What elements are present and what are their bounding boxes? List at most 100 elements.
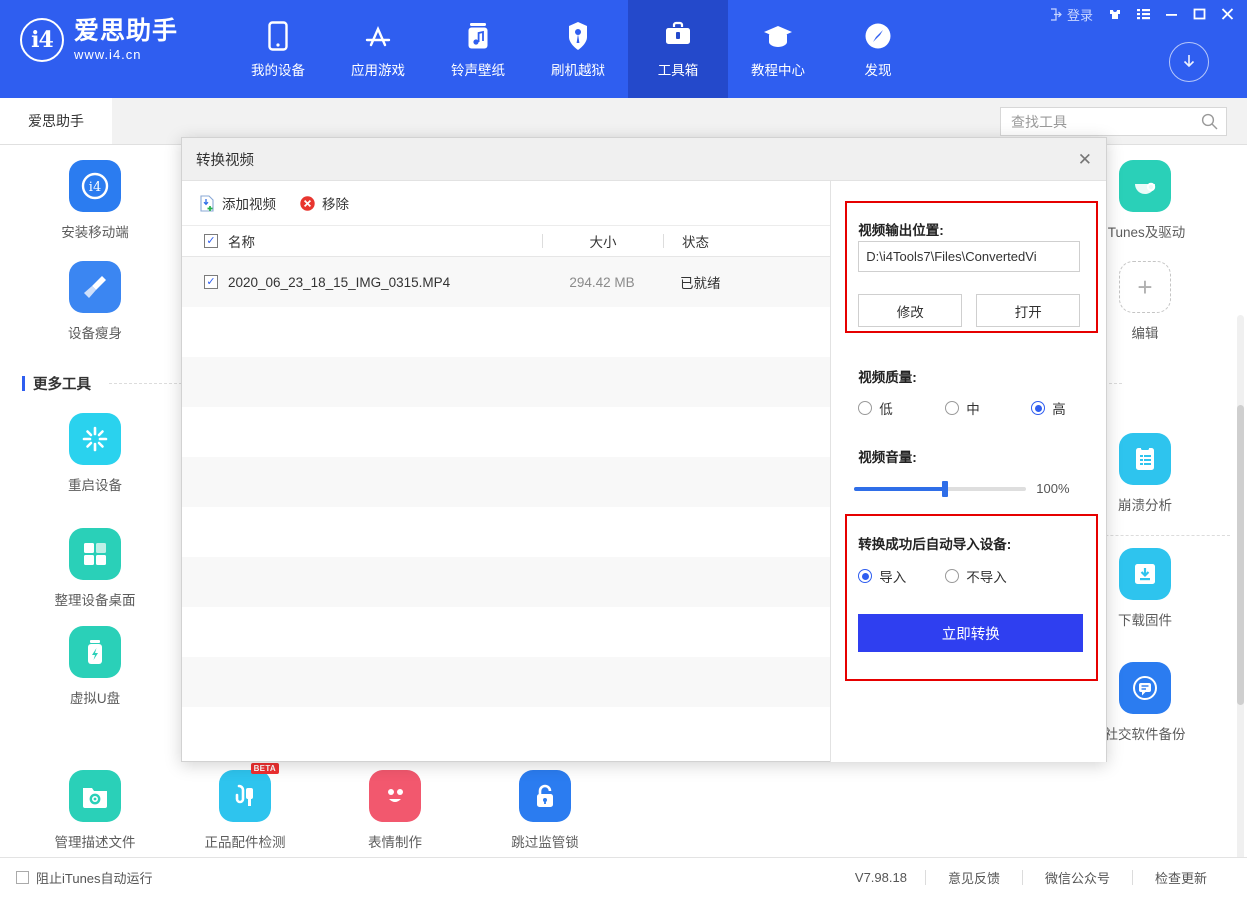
appstore-icon xyxy=(363,19,393,51)
tool-label: 跳过监管锁 xyxy=(511,831,579,851)
scrollbar-thumb[interactable] xyxy=(1237,405,1244,705)
video-list: ✓ 2020_06_23_18_15_IMG_0315.MP4 294.42 M… xyxy=(182,257,830,762)
app-tab-assistant[interactable]: 爱思助手 xyxy=(0,98,112,144)
tool-organize-desktop[interactable]: 整理设备桌面 xyxy=(30,528,160,609)
radio-icon[interactable] xyxy=(858,401,872,415)
earphone-icon: BETA xyxy=(219,770,271,822)
nav-tab-label: 发现 xyxy=(865,59,892,79)
radio-icon[interactable] xyxy=(945,569,959,583)
tool-label: 重启设备 xyxy=(68,474,122,494)
table-row[interactable]: ✓ 2020_06_23_18_15_IMG_0315.MP4 294.42 M… xyxy=(182,257,830,307)
nav-tab-label: 刷机越狱 xyxy=(551,59,605,79)
broom-icon xyxy=(69,261,121,313)
volume-value: 100% xyxy=(1036,481,1069,496)
minimize-icon[interactable] xyxy=(1157,3,1185,25)
remove-button[interactable]: 移除 xyxy=(298,193,349,213)
wechat-link[interactable]: 微信公众号 xyxy=(1023,868,1132,887)
volume-slider-knob[interactable] xyxy=(942,481,948,497)
login-button[interactable]: 登录 xyxy=(1050,5,1093,24)
video-quality-label: 视频质量: xyxy=(858,366,917,386)
nav-tab-label: 工具箱 xyxy=(658,59,699,79)
nav-tab-ringtone-wallpaper[interactable]: 铃声壁纸 xyxy=(428,0,528,98)
modify-path-button[interactable]: 修改 xyxy=(858,294,962,327)
volume-slider-fill xyxy=(854,487,946,491)
column-size: 大小 xyxy=(543,231,663,251)
crash-report-icon xyxy=(1119,433,1171,485)
download-circle-icon[interactable] xyxy=(1169,42,1209,82)
tool-label: 编辑 xyxy=(1132,322,1159,342)
row-status: 已就绪 xyxy=(662,272,782,292)
flash-jailbreak-icon xyxy=(567,19,589,51)
svg-text:i4: i4 xyxy=(89,180,101,195)
auto-import-label: 转换成功后自动导入设备: xyxy=(858,533,1011,553)
tool-virtual-usb[interactable]: 虚拟U盘 xyxy=(30,626,160,707)
radio-icon[interactable] xyxy=(858,569,872,583)
tool-label: 虚拟U盘 xyxy=(70,687,120,707)
import-option-yes[interactable]: 导入 xyxy=(858,566,945,586)
search-icon[interactable] xyxy=(1201,113,1218,130)
search-tools-box[interactable] xyxy=(1000,107,1227,136)
brand-name: 爱思助手 xyxy=(74,18,178,44)
add-video-button[interactable]: 添加视频 xyxy=(198,193,276,213)
nav-tab-discover[interactable]: 发现 xyxy=(828,0,928,98)
tool-manage-profiles[interactable]: 管理描述文件 xyxy=(30,770,160,851)
tool-device-slim[interactable]: 设备瘦身 xyxy=(30,261,160,342)
close-icon[interactable] xyxy=(1213,3,1241,25)
nav-tab-apps-games[interactable]: 应用游戏 xyxy=(328,0,428,98)
skin-icon[interactable] xyxy=(1101,3,1129,25)
tool-restart-device[interactable]: 重启设备 xyxy=(30,413,160,494)
compass-icon xyxy=(864,19,892,51)
tool-skip-supervision-lock[interactable]: 跳过监管锁 xyxy=(480,770,610,851)
phone-icon xyxy=(268,19,288,51)
tool-label: 社交软件备份 xyxy=(1105,723,1186,743)
feedback-link[interactable]: 意见反馈 xyxy=(926,868,1022,887)
version-label: V7.98.18 xyxy=(837,870,925,885)
row-filename: 2020_06_23_18_15_IMG_0315.MP4 xyxy=(228,275,450,290)
page-scrollbar[interactable] xyxy=(1237,315,1244,857)
block-itunes-label: 阻止iTunes自动运行 xyxy=(36,868,153,887)
profile-folder-icon xyxy=(69,770,121,822)
window-controls: 登录 xyxy=(1050,3,1241,25)
block-itunes-checkbox[interactable] xyxy=(16,871,29,884)
row-size: 294.42 MB xyxy=(542,275,662,290)
nav-tab-flash-jailbreak[interactable]: 刷机越狱 xyxy=(528,0,628,98)
import-option-no[interactable]: 不导入 xyxy=(945,566,1007,586)
tool-accessory-detect[interactable]: BETA 正品配件检测 xyxy=(180,770,310,851)
tool-label: 表情制作 xyxy=(368,831,422,851)
table-row-empty xyxy=(182,407,830,457)
radio-icon[interactable] xyxy=(1031,401,1045,415)
maximize-icon[interactable] xyxy=(1185,3,1213,25)
nav-tab-my-device[interactable]: 我的设备 xyxy=(228,0,328,98)
brand: i4 爱思助手 www.i4.cn xyxy=(20,18,178,62)
output-path-input[interactable]: D:\i4Tools7\Files\ConvertedVi xyxy=(858,241,1080,272)
close-icon[interactable]: ✕ xyxy=(1078,151,1092,168)
output-location-label: 视频输出位置: xyxy=(858,219,944,239)
beta-badge: BETA xyxy=(251,763,279,774)
check-update-link[interactable]: 检查更新 xyxy=(1133,868,1229,887)
nav-tab-tutorial-center[interactable]: 教程中心 xyxy=(728,0,828,98)
quality-option-low[interactable]: 低 xyxy=(858,398,945,418)
nav-tab-label: 铃声壁纸 xyxy=(451,59,505,79)
ringtone-icon xyxy=(467,19,489,51)
menu-icon[interactable] xyxy=(1129,3,1157,25)
row-checkbox[interactable]: ✓ xyxy=(204,275,218,289)
block-itunes-toggle[interactable]: 阻止iTunes自动运行 xyxy=(16,868,153,887)
nav-tab-toolbox[interactable]: 工具箱 xyxy=(628,0,728,98)
radio-icon[interactable] xyxy=(945,401,959,415)
itunes-driver-icon xyxy=(1119,160,1171,212)
volume-slider[interactable] xyxy=(854,487,1026,491)
list-header: ✓ 名称 大小 状态 xyxy=(182,225,830,257)
search-input[interactable] xyxy=(1011,114,1201,130)
tool-label: 正品配件检测 xyxy=(205,831,286,851)
tool-emoji-maker[interactable]: 表情制作 xyxy=(330,770,460,851)
list-toolbar: 添加视频 移除 xyxy=(182,181,830,225)
quality-option-medium[interactable]: 中 xyxy=(945,398,1031,418)
convert-now-button[interactable]: 立即转换 xyxy=(858,614,1083,652)
quality-option-high[interactable]: 高 xyxy=(1031,398,1066,418)
add-video-icon xyxy=(198,194,216,212)
tool-install-mobile[interactable]: i4 安装移动端 xyxy=(30,160,160,241)
select-all-checkbox[interactable]: ✓ xyxy=(204,234,218,248)
open-path-button[interactable]: 打开 xyxy=(976,294,1080,327)
unlock-icon xyxy=(519,770,571,822)
tool-label: iTunes及驱动 xyxy=(1105,221,1186,241)
